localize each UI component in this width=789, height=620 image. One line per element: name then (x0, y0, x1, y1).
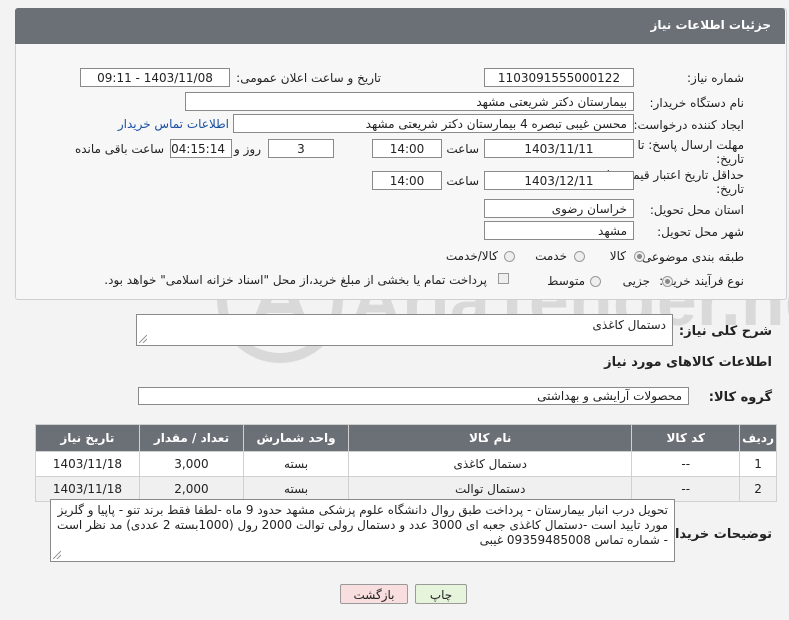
summary-text: دستمال کاغذی (592, 318, 666, 332)
items-table: ردیف کد کالا نام کالا واحد شمارش تعداد /… (35, 424, 777, 502)
category-goods-service-radio[interactable] (504, 251, 515, 262)
treasury-payment-checkbox[interactable] (498, 273, 509, 284)
table-row[interactable]: 2 -- دستمال توالت بسته 2,000 1403/11/18 (35, 476, 777, 502)
announce-label: تاریخ و ساعت اعلان عمومی: (236, 71, 381, 85)
process-minor-radio[interactable] (662, 276, 673, 287)
province-field[interactable]: خراسان رضوی (484, 199, 634, 218)
goods-group-label: گروه کالا: (708, 390, 772, 405)
col-item-name: نام کالا (347, 424, 633, 452)
announce-field[interactable]: 1403/11/08 - 09:11 (80, 68, 230, 87)
need-number-field[interactable]: 1103091555000122 (484, 68, 634, 87)
process-minor-label: جزیی (622, 274, 650, 288)
col-unit: واحد شمارش (243, 424, 349, 452)
validity-time-field[interactable]: 14:00 (372, 171, 442, 190)
reply-deadline-label: مهلت ارسال پاسخ: تا (637, 138, 744, 152)
category-goods-radio[interactable] (634, 251, 645, 262)
summary-label: شرح کلی نیاز: (678, 324, 772, 339)
cell-item-name: دستمال توالت (347, 476, 633, 502)
reply-date-field[interactable]: 1403/11/11 (484, 139, 634, 158)
col-row-number: ردیف (739, 424, 777, 452)
requester-label: ایجاد کننده درخواست: (633, 118, 744, 132)
process-medium-radio[interactable] (590, 276, 601, 287)
requester-field[interactable]: محسن غیبی تبصره 4 بیمارستان دکتر شریعتی … (233, 114, 634, 133)
resize-grip-icon[interactable] (53, 551, 61, 559)
buyer-org-label: نام دستگاه خریدار: (649, 96, 745, 110)
cell-unit: بسته (243, 476, 349, 502)
print-button[interactable]: چاپ (415, 584, 467, 604)
process-medium-label: متوسط (547, 274, 585, 288)
back-button[interactable]: بازگشت (340, 584, 408, 604)
category-label: طبقه بندی موضوعی: (637, 250, 744, 264)
buyer-contact-link[interactable]: اطلاعات تماس خریدار (118, 117, 229, 131)
days-label: روز و (234, 142, 261, 156)
city-field[interactable]: مشهد (484, 221, 634, 240)
table-header-row: ردیف کد کالا نام کالا واحد شمارش تعداد /… (35, 424, 777, 452)
days-field[interactable]: 3 (268, 139, 334, 158)
cell-item-code: -- (631, 476, 741, 502)
cell-need-date: 1403/11/18 (35, 451, 140, 477)
need-number-label: شماره نیاز: (687, 71, 744, 85)
category-service-radio[interactable] (574, 251, 585, 262)
category-goods-service-label: کالا/خدمت (445, 249, 498, 263)
buyer-notes-text: تحویل درب انبار بیمارستان - پرداخت طبق ر… (57, 503, 668, 547)
buyer-notes-label: توضیحات خریدار: (662, 527, 772, 542)
remaining-label: ساعت باقی مانده (74, 142, 164, 156)
cell-need-date: 1403/11/18 (35, 476, 140, 502)
col-item-code: کد کالا (631, 424, 741, 452)
page-title: جزئیات اطلاعات نیاز (650, 18, 771, 32)
cell-unit: بسته (243, 451, 349, 477)
buyer-org-field[interactable]: بیمارستان دکتر شریعتی مشهد (185, 92, 634, 111)
payment-note: پرداخت تمام یا بخشی از مبلغ خرید،از محل … (104, 273, 487, 287)
cell-row-number: 1 (739, 451, 777, 477)
reply-time-field[interactable]: 14:00 (372, 139, 442, 158)
goods-section-title: اطلاعات کالاهای مورد نیاز (604, 355, 772, 370)
reply-time-label: ساعت (446, 142, 479, 156)
cell-quantity: 2,000 (138, 476, 245, 502)
col-quantity: تعداد / مقدار (138, 424, 245, 452)
cell-quantity: 3,000 (138, 451, 245, 477)
category-service-label: خدمت (535, 249, 567, 263)
table-row[interactable]: 1 -- دستمال کاغذی بسته 3,000 1403/11/18 (35, 451, 777, 477)
cell-item-name: دستمال کاغذی (347, 451, 633, 477)
category-goods-label: کالا (609, 249, 626, 263)
resize-grip-icon[interactable] (139, 335, 147, 343)
panel-header: جزئیات اطلاعات نیاز (15, 8, 785, 44)
col-need-date: تاریخ نیاز (35, 424, 140, 452)
validity-date-field[interactable]: 1403/12/11 (484, 171, 634, 190)
cell-row-number: 2 (739, 476, 777, 502)
buyer-notes-field[interactable]: تحویل درب انبار بیمارستان - پرداخت طبق ر… (50, 499, 675, 562)
validity-label-2: تاریخ: (716, 182, 744, 196)
reply-deadline-label-2: تاریخ: (716, 152, 744, 166)
goods-group-field[interactable]: محصولات آرایشی و بهداشتی (138, 387, 689, 405)
province-label: استان محل تحویل: (649, 203, 744, 217)
validity-time-label: ساعت (446, 174, 479, 188)
city-label: شهر محل تحویل: (657, 225, 744, 239)
remaining-time-field[interactable]: 04:15:14 (170, 139, 232, 158)
cell-item-code: -- (631, 451, 741, 477)
summary-field[interactable]: دستمال کاغذی (136, 314, 673, 346)
